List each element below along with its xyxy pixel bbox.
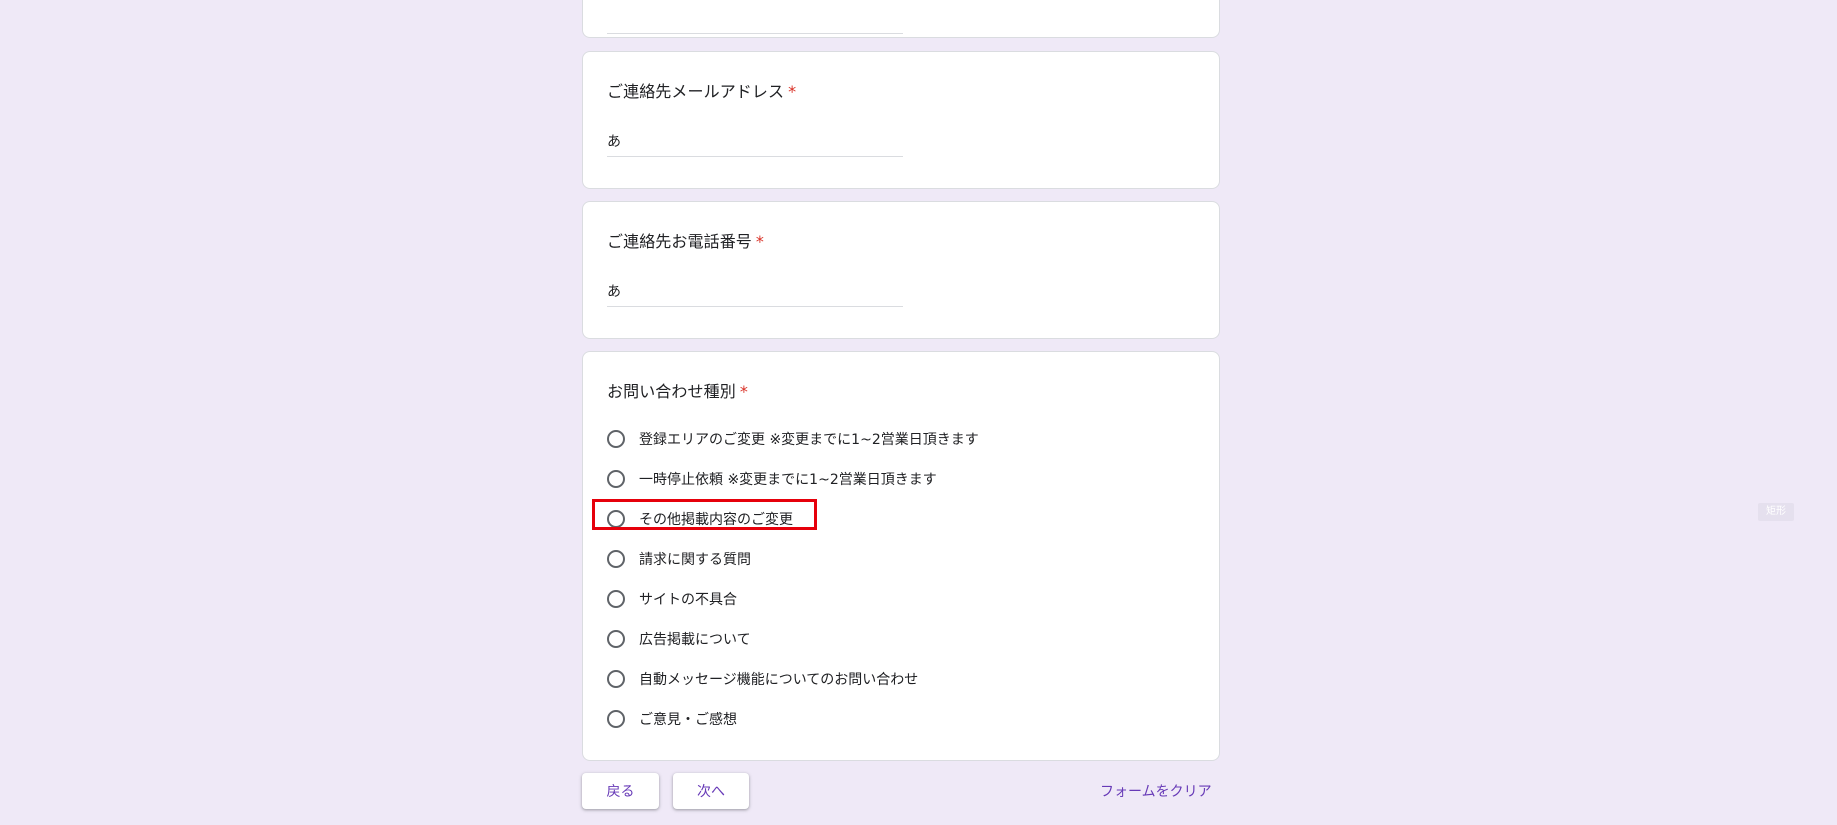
phone-question-title: ご連絡先お電話番号 * — [607, 228, 764, 252]
next-button[interactable]: 次へ — [673, 773, 749, 809]
side-tag: 矩形 — [1758, 503, 1794, 521]
radio-option-label: その他掲載内容のご変更 — [639, 512, 793, 528]
required-asterisk: * — [739, 382, 748, 401]
radio-option-label: サイトの不具合 — [639, 592, 737, 608]
radio-option-label: ご意見・ご感想 — [639, 712, 737, 728]
previous-question-card — [582, 0, 1220, 38]
phone-field[interactable]: あ — [607, 278, 903, 307]
inquiry-type-radio-group: 登録エリアのご変更 ※変更までに1~2営業日頂きます 一時停止依頼 ※変更までに… — [607, 419, 979, 739]
radio-circle-icon[interactable] — [607, 550, 625, 568]
radio-circle-icon[interactable] — [607, 430, 625, 448]
inquiry-type-question-card: お問い合わせ種別 * 登録エリアのご変更 ※変更までに1~2営業日頂きます 一時停… — [582, 351, 1220, 761]
radio-option-auto-message[interactable]: 自動メッセージ機能についてのお問い合わせ — [607, 659, 979, 699]
radio-circle-icon[interactable] — [607, 470, 625, 488]
clear-form-link[interactable]: フォームをクリア — [1100, 781, 1212, 801]
radio-circle-icon[interactable] — [607, 590, 625, 608]
back-button[interactable]: 戻る — [582, 773, 659, 809]
radio-option-area-change[interactable]: 登録エリアのご変更 ※変更までに1~2営業日頂きます — [607, 419, 979, 459]
radio-option-feedback[interactable]: ご意見・ご感想 — [607, 699, 979, 739]
phone-question-card: ご連絡先お電話番号 * あ — [582, 201, 1220, 339]
radio-option-label: 自動メッセージ機能についてのお問い合わせ — [639, 672, 919, 688]
phone-question-label: ご連絡先お電話番号 — [607, 232, 752, 251]
radio-option-billing-question[interactable]: 請求に関する質問 — [607, 539, 979, 579]
previous-answer-underline — [607, 33, 903, 34]
inquiry-type-question-label: お問い合わせ種別 — [607, 382, 736, 401]
email-question-title: ご連絡先メールアドレス * — [607, 78, 796, 102]
radio-circle-icon[interactable] — [607, 670, 625, 688]
radio-circle-icon[interactable] — [607, 510, 625, 528]
inquiry-type-question-title: お問い合わせ種別 * — [607, 378, 748, 402]
radio-option-site-bug[interactable]: サイトの不具合 — [607, 579, 979, 619]
email-question-card: ご連絡先メールアドレス * あ — [582, 51, 1220, 189]
required-asterisk: * — [755, 232, 765, 251]
email-question-label: ご連絡先メールアドレス — [607, 82, 785, 101]
radio-option-other-listing-change[interactable]: その他掲載内容のご変更 — [607, 499, 979, 539]
radio-circle-icon[interactable] — [607, 710, 625, 728]
email-field[interactable]: あ — [607, 128, 903, 157]
radio-option-label: 請求に関する質問 — [639, 552, 751, 568]
radio-option-advertising[interactable]: 広告掲載について — [607, 619, 979, 659]
radio-option-label: 登録エリアのご変更 ※変更までに1~2営業日頂きます — [639, 432, 979, 448]
radio-option-label: 広告掲載について — [639, 632, 751, 648]
radio-option-label: 一時停止依頼 ※変更までに1~2営業日頂きます — [639, 472, 937, 488]
required-asterisk: * — [788, 82, 797, 101]
radio-option-pause-request[interactable]: 一時停止依頼 ※変更までに1~2営業日頂きます — [607, 459, 979, 499]
radio-circle-icon[interactable] — [607, 630, 625, 648]
